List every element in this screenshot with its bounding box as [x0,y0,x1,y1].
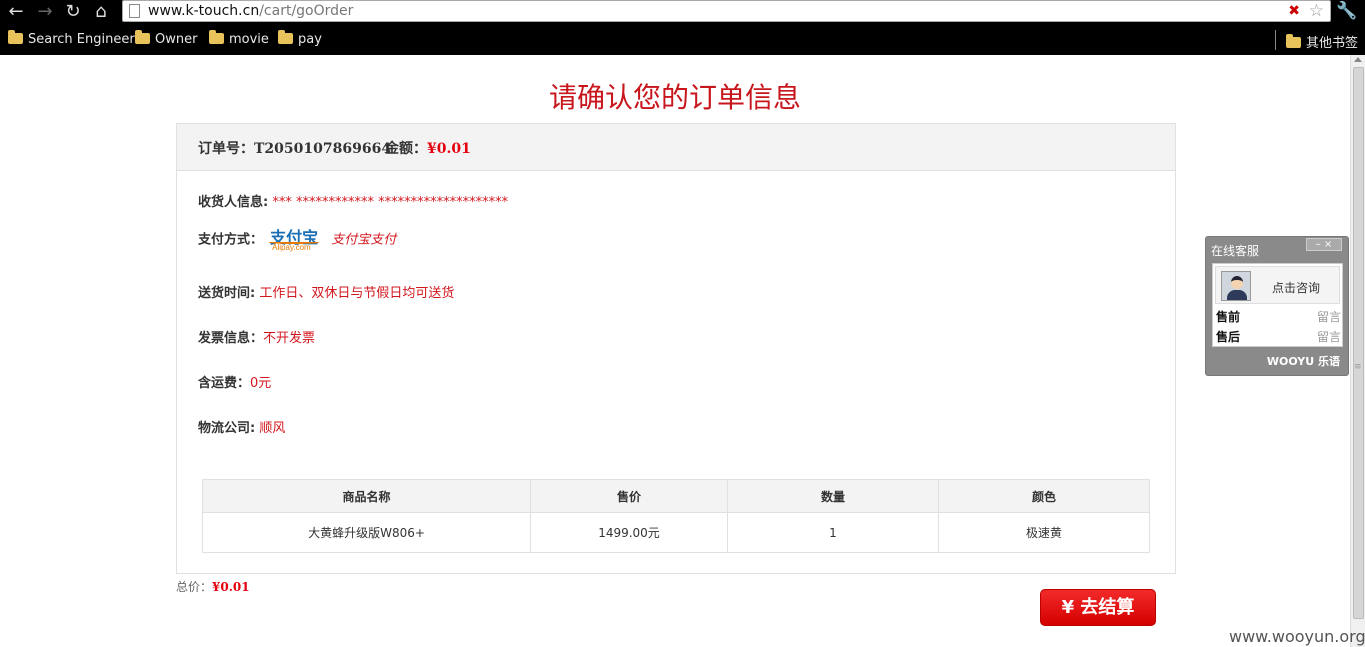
url-text[interactable]: www.k-touch.cn/cart/goOrder [148,3,353,19]
scroll-up-icon[interactable] [1354,57,1362,62]
bookmark-search-engineer[interactable]: Search Engineer [8,30,135,50]
browser-toolbar: ← → ↻ ⌂ www.k-touch.cn/cart/goOrder ✖ ☆ … [0,0,1365,55]
order-amount: 金额：¥0.01 [385,141,471,157]
table-row: 大黄蜂升级版W806+ 1499.00元 1 极速黄 [202,512,1150,553]
total-price: 总价：¥0.01 [176,580,250,594]
bookmark-movie[interactable]: movie [209,30,269,50]
product-name: 大黄蜂升级版W806+ [202,512,531,553]
aftersale-row: 售后 留言 [1216,328,1341,345]
widget-body: 点击咨询 售前 留言 售后 留言 [1212,263,1343,347]
url-path: /cart/goOrder [259,3,354,19]
column-header: 商品名称 [202,479,531,513]
watermark: www.wooyun.org [1229,627,1365,646]
logistics-company: 物流公司: 顺风 [198,421,286,436]
presale-row: 售前 留言 [1216,308,1341,325]
folder-icon [8,30,23,44]
bookmark-star-icon[interactable]: ☆ [1309,1,1324,21]
consignee-info: 收货人信息: *** ************ ****************… [198,195,509,210]
widget-resize-handle[interactable]: ≡ [1354,362,1362,372]
home-icon[interactable]: ⌂ [89,1,113,23]
alipay-logo: 支付宝 Alipay.com [269,228,320,252]
folder-icon [209,30,224,44]
folder-icon [1286,34,1301,48]
product-price: 1499.00元 [530,512,728,553]
column-header: 颜色 [938,479,1150,513]
bookmark-pay[interactable]: pay [278,30,322,50]
order-number: 订单号：T2050107869664 [198,141,392,157]
invoice-info: 发票信息：不开发票 [198,331,316,346]
delivery-time: 送货时间: 工作日、双休日与节假日均可送货 [198,286,455,301]
back-icon[interactable]: ← [4,1,28,23]
product-quantity: 1 [727,512,939,553]
column-header: 数量 [727,479,939,513]
forward-icon[interactable]: → [33,1,57,23]
widget-title: 在线客服 [1211,244,1260,258]
wooyu-logo: WOOYU 乐语 [1266,355,1340,368]
consult-button[interactable]: 点击咨询 [1215,266,1340,304]
order-header: 订单号：T2050107869664 金额：¥0.01 [177,124,1175,171]
shipping-fee: 含运费：0元 [198,376,272,391]
bookmarks-bar: Search Engineer Owner movie pay 其他书签 [0,30,1365,52]
presale-message-link[interactable]: 留言 [1317,308,1341,325]
bookmarks-divider [1275,30,1276,50]
reload-icon[interactable]: ↻ [61,1,85,23]
scrollbar-thumb[interactable] [1353,67,1364,619]
column-header: 售价 [530,479,728,513]
agent-avatar-icon [1221,271,1251,301]
aftersale-message-link[interactable]: 留言 [1317,328,1341,345]
goods-table: 商品名称 售价 数量 颜色 大黄蜂升级版W806+ 1499.00元 1 极速黄 [202,479,1150,553]
online-service-widget: 在线客服 – × 点击咨询 售前 留言 售后 留言 WOOYU 乐语 [1205,236,1349,376]
bookmark-owner[interactable]: Owner [135,30,197,50]
page-title: 请确认您的订单信息 [548,81,801,114]
wrench-menu-icon[interactable]: 🔧 [1335,0,1359,22]
product-color: 极速黄 [938,512,1150,553]
address-bar[interactable]: www.k-touch.cn/cart/goOrder ✖ ☆ [122,0,1331,22]
order-panel: 订单号：T2050107869664 金额：¥0.01 收货人信息: *** *… [176,123,1176,574]
folder-icon [278,30,293,44]
checkout-button[interactable]: ¥ 去结算 [1040,589,1156,626]
blocked-content-icon[interactable]: ✖ [1288,3,1300,19]
widget-window-controls[interactable]: – × [1306,238,1342,251]
url-host: www.k-touch.cn [148,3,260,19]
vertical-scrollbar[interactable] [1350,55,1365,647]
payment-method: 支付方式： 支付宝 Alipay.com 支付宝支付 [198,228,397,252]
table-header-row: 商品名称 售价 数量 颜色 [202,479,1150,513]
other-bookmarks[interactable]: 其他书签 [1286,32,1358,51]
folder-icon [135,30,150,44]
page-icon [129,4,140,18]
